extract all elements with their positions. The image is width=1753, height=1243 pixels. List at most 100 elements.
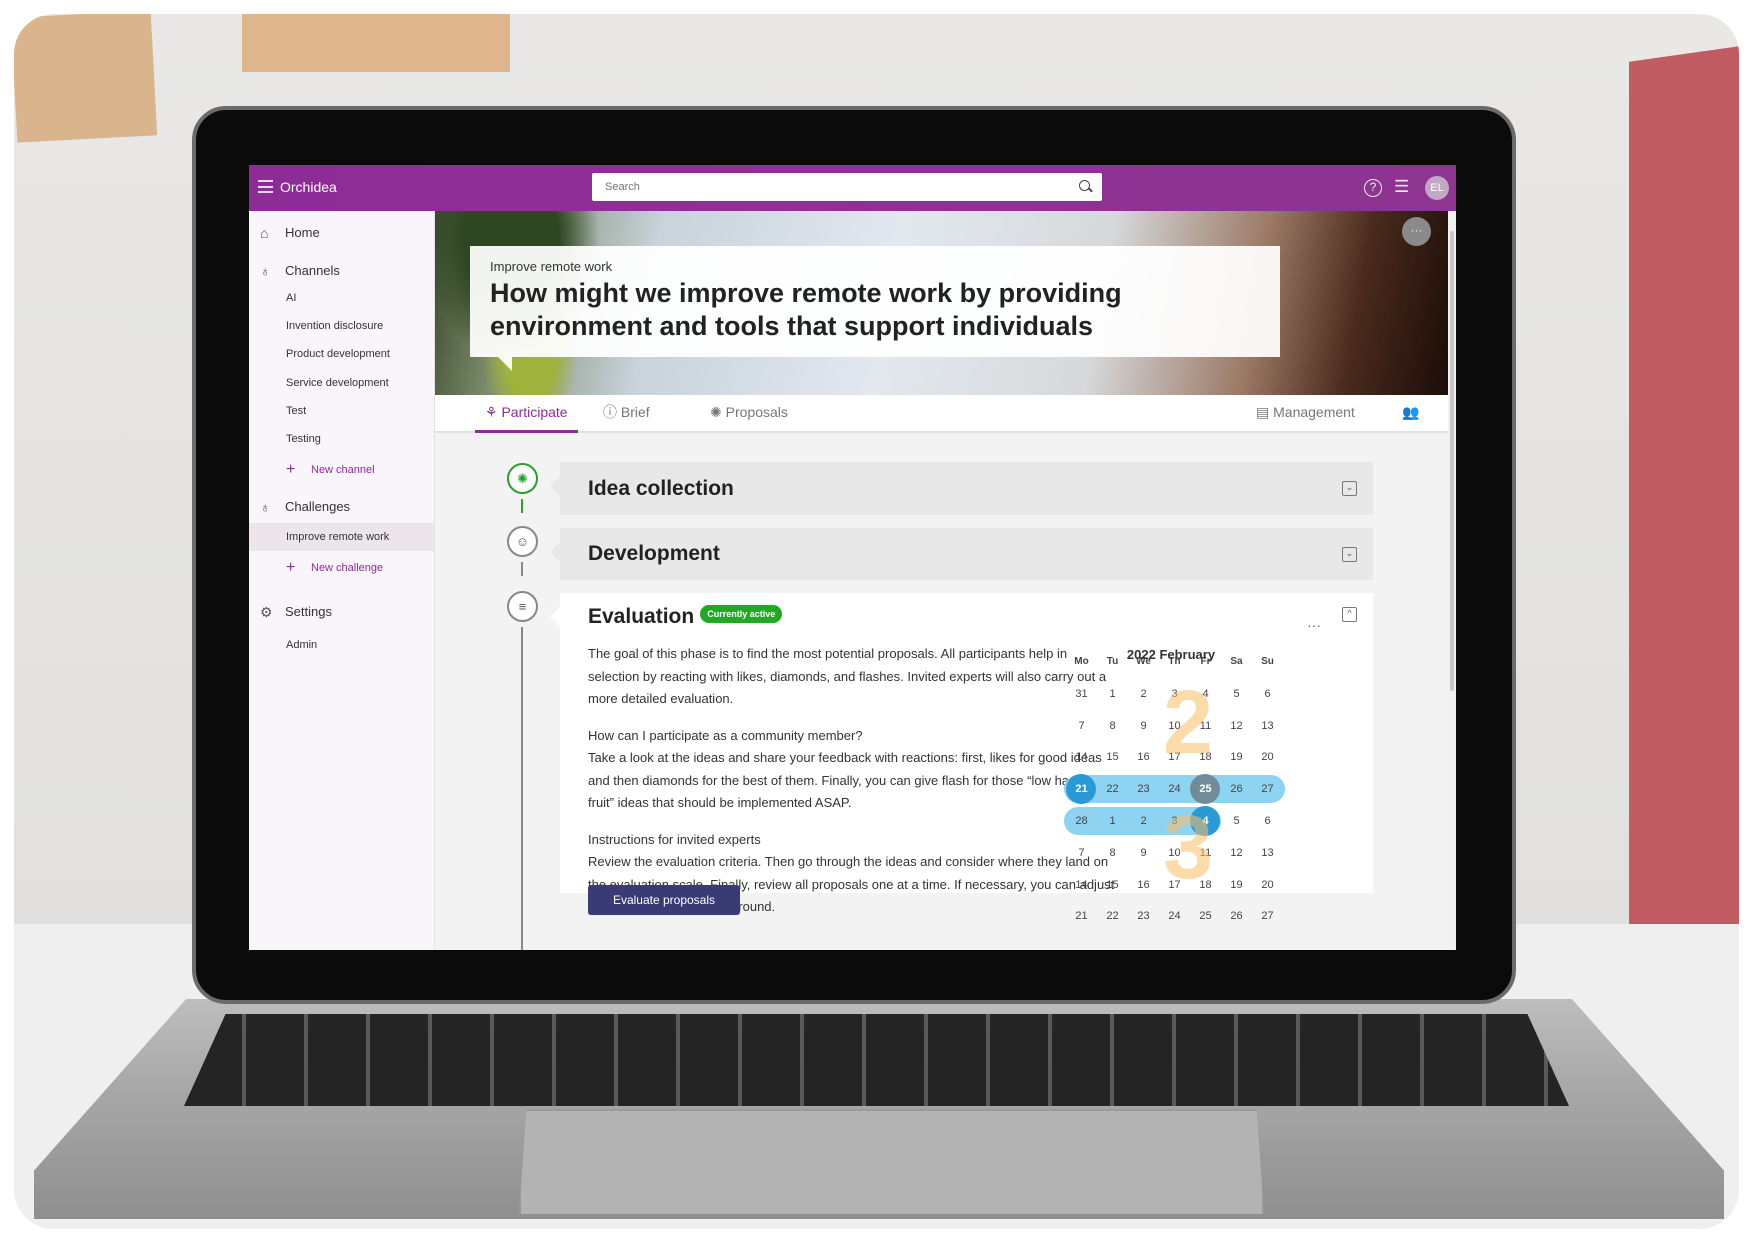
scrollbar-thumb[interactable] (1450, 231, 1454, 691)
app-name[interactable]: Orchidea (280, 179, 337, 195)
calendar-day[interactable]: 22 (1097, 775, 1128, 803)
calendar-day[interactable]: 15 (1097, 871, 1128, 899)
phase-idea-collection[interactable]: Idea collection ⌄ (550, 462, 1373, 515)
calendar-day[interactable]: 7 (1066, 839, 1097, 867)
calendar-day[interactable]: 2 (1128, 807, 1159, 835)
sliders-icon[interactable]: ≡ (507, 591, 538, 622)
calendar-day[interactable]: 3 (1159, 680, 1190, 708)
app-screen: Orchidea ? ☰ EL ⌂Home ♁Channels AI Inven… (249, 165, 1456, 950)
calendar-day[interactable]: 28 (1066, 807, 1097, 835)
calendar-day[interactable]: 13 (1252, 839, 1283, 867)
calendar-day[interactable]: 10 (1159, 839, 1190, 867)
tab-participate[interactable]: ⚘ Participate (475, 395, 578, 433)
calendar-day[interactable]: 9 (1128, 839, 1159, 867)
sidebar-item-settings[interactable]: ⚙ Settings (249, 598, 434, 626)
sidebar-item-channels[interactable]: ♁ Channels (249, 257, 434, 285)
calendar-day[interactable]: 3 (1159, 807, 1190, 835)
sidebar-item-admin[interactable]: Admin (249, 631, 434, 659)
calendar-day[interactable]: 26 (1221, 902, 1252, 930)
calendar-day[interactable]: 19 (1221, 871, 1252, 899)
calendar-day[interactable]: 5 (1221, 680, 1252, 708)
calendar-day[interactable]: 20 (1252, 743, 1283, 771)
calendar-day[interactable]: 18 (1190, 743, 1221, 771)
sidebar-item-challenges[interactable]: ♁ Challenges (249, 493, 434, 521)
calendar-day[interactable]: 4 (1190, 680, 1221, 708)
calendar-day[interactable]: 17 (1159, 743, 1190, 771)
calendar-day[interactable]: 1 (1097, 807, 1128, 835)
calendar-day[interactable]: 14 (1066, 871, 1097, 899)
calendar-day[interactable]: 27 (1252, 775, 1283, 803)
calendar-day[interactable]: 17 (1159, 871, 1190, 899)
sidebar-item-product-development[interactable]: Product development (249, 340, 434, 368)
calendar-day[interactable]: 15 (1097, 743, 1128, 771)
calendar-day[interactable]: 23 (1128, 775, 1159, 803)
calendar-day[interactable]: 25 (1190, 775, 1221, 803)
search-input[interactable] (592, 173, 1102, 201)
sidebar-item-invention-disclosure[interactable]: Invention disclosure (249, 312, 434, 340)
calendar-day[interactable]: 23 (1128, 902, 1159, 930)
calendar-day[interactable]: 26 (1221, 775, 1252, 803)
tab-management[interactable]: ▤ Management (1256, 395, 1355, 433)
calendar-day[interactable]: 25 (1190, 902, 1221, 930)
calendar-day[interactable]: 11 (1190, 839, 1221, 867)
scrollbar[interactable] (1448, 211, 1456, 950)
sidebar-item-test[interactable]: Test (249, 397, 434, 425)
new-challenge-button[interactable]: + New challenge (249, 554, 434, 582)
calendar-day[interactable]: 24 (1159, 902, 1190, 930)
help-icon[interactable]: ? (1364, 179, 1382, 197)
calendar-day[interactable]: 22 (1097, 902, 1128, 930)
calendar-day[interactable]: 20 (1252, 871, 1283, 899)
sidebar-item-service-development[interactable]: Service development (249, 369, 434, 397)
evaluate-proposals-button[interactable]: Evaluate proposals (588, 885, 740, 915)
calendar-day[interactable]: 31 (1066, 680, 1097, 708)
weekday-label: Mo (1074, 656, 1089, 667)
new-channel-button[interactable]: + New channel (249, 456, 434, 484)
calendar-day[interactable]: 2 (1128, 680, 1159, 708)
calendar-day[interactable]: 7 (1066, 712, 1097, 740)
calendar-day[interactable]: 8 (1097, 839, 1128, 867)
avatar[interactable]: EL (1425, 176, 1449, 200)
calendar-day[interactable]: 14 (1066, 743, 1097, 771)
tab-proposals[interactable]: ✺ Proposals (710, 395, 788, 433)
calendar-day[interactable]: 1 (1097, 680, 1128, 708)
calendar-day[interactable]: 5 (1221, 807, 1252, 835)
calendar-day[interactable]: 21 (1066, 775, 1097, 803)
calendar-day[interactable]: 12 (1221, 839, 1252, 867)
sidebar-item-home[interactable]: ⌂ Home (249, 219, 434, 247)
chevron-up-icon[interactable]: ^ (1342, 607, 1357, 622)
calendar-day[interactable]: 6 (1252, 807, 1283, 835)
calendar-day[interactable]: 19 (1221, 743, 1252, 771)
people-icon[interactable]: 👥 (1402, 395, 1419, 433)
lightbulb-icon: ✺ (710, 404, 726, 420)
calendar-day[interactable]: 6 (1252, 680, 1283, 708)
calendar-day[interactable]: 24 (1159, 775, 1190, 803)
calendar-day[interactable]: 12 (1221, 712, 1252, 740)
hamburger-menu-icon[interactable] (258, 180, 273, 193)
calendar-day[interactable]: 13 (1252, 712, 1283, 740)
calendar-day[interactable]: 16 (1128, 743, 1159, 771)
calendar-day[interactable]: 4 (1190, 807, 1221, 835)
calendar-day[interactable]: 11 (1190, 712, 1221, 740)
breadcrumb[interactable]: Improve remote work (490, 259, 1260, 274)
calendar-day[interactable]: 16 (1128, 871, 1159, 899)
chevron-down-icon[interactable]: ⌄ (1342, 481, 1357, 496)
more-options-icon[interactable]: ··· (1307, 601, 1321, 649)
phase-evaluation: Evaluation Currently active ··· ^ The goa… (550, 593, 1373, 922)
lightbulb-icon[interactable]: ✺ (507, 463, 538, 494)
tab-brief[interactable]: ⓘ Brief (603, 395, 650, 433)
checklist-icon[interactable]: ☰ (1394, 177, 1409, 197)
chat-icon[interactable]: ☺ (507, 526, 538, 557)
search-icon[interactable] (1079, 180, 1090, 191)
chevron-down-icon[interactable]: ⌄ (1342, 547, 1357, 562)
sidebar-item-improve-remote-work[interactable]: Improve remote work (249, 523, 434, 551)
calendar-day[interactable]: 10 (1159, 712, 1190, 740)
calendar-day[interactable]: 21 (1066, 902, 1097, 930)
calendar-day[interactable]: 9 (1128, 712, 1159, 740)
calendar-day[interactable]: 8 (1097, 712, 1128, 740)
phase-development[interactable]: Development ⌄ (550, 528, 1373, 580)
calendar-day[interactable]: 27 (1252, 902, 1283, 930)
sidebar-item-testing[interactable]: Testing (249, 425, 434, 453)
sidebar-item-ai[interactable]: AI (249, 284, 434, 312)
more-options-button[interactable]: ··· (1402, 217, 1431, 246)
calendar-day[interactable]: 18 (1190, 871, 1221, 899)
